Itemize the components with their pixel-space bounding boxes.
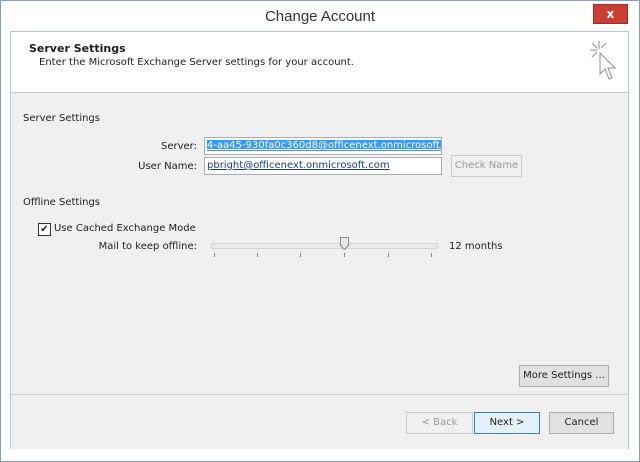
cached-mode-checkbox[interactable]: ✔ — [38, 223, 51, 236]
slider-tick — [257, 253, 258, 257]
header-title: Server Settings — [29, 42, 126, 55]
check-name-button[interactable]: Check Name — [451, 155, 522, 177]
slider-tick — [431, 253, 432, 257]
slider-thumb[interactable] — [340, 237, 349, 250]
dialog-content: Server Settings Enter the Microsoft Exch… — [10, 31, 629, 449]
user-name-label: User Name: — [138, 161, 197, 172]
server-field[interactable]: 4-aa45-930fa0c360d8@officenext.onmicroso… — [204, 137, 442, 155]
slider-tick — [214, 253, 215, 257]
mail-offline-slider[interactable] — [211, 243, 438, 249]
slider-tick — [388, 253, 389, 257]
slider-tick — [344, 253, 345, 257]
back-button[interactable]: < Back — [406, 412, 473, 434]
wizard-body: Server Settings Server: 4-aa45-930fa0c36… — [11, 93, 628, 394]
wizard-footer: < Back Next > Cancel — [11, 394, 628, 449]
mail-offline-value: 12 months — [449, 241, 503, 252]
cached-mode-label: Use Cached Exchange Mode — [54, 223, 196, 234]
close-button[interactable]: x — [593, 4, 628, 24]
server-label: Server: — [161, 141, 197, 152]
wizard-header: Server Settings Enter the Microsoft Exch… — [11, 32, 628, 93]
next-button[interactable]: Next > — [474, 412, 540, 434]
server-value: 4-aa45-930fa0c360d8@officenext.onmicroso… — [207, 140, 441, 151]
server-settings-section-label: Server Settings — [23, 113, 100, 124]
user-name-field[interactable]: pbright@officenext.onmicrosoft.com — [204, 157, 442, 175]
user-name-value: pbright@officenext.onmicrosoft.com — [207, 160, 390, 171]
mail-offline-label: Mail to keep offline: — [98, 241, 197, 252]
change-account-dialog: Change Account x Server Settings Enter t… — [0, 0, 640, 462]
slider-tick — [300, 253, 301, 257]
cancel-button[interactable]: Cancel — [549, 412, 614, 434]
window-title: Change Account — [264, 8, 376, 25]
cursor-sparkle-icon — [590, 41, 617, 80]
header-subtitle: Enter the Microsoft Exchange Server sett… — [39, 57, 354, 68]
more-settings-button[interactable]: More Settings ... — [519, 365, 609, 387]
offline-settings-section-label: Offline Settings — [23, 197, 101, 208]
title-bar: Change Account x — [1, 1, 639, 31]
